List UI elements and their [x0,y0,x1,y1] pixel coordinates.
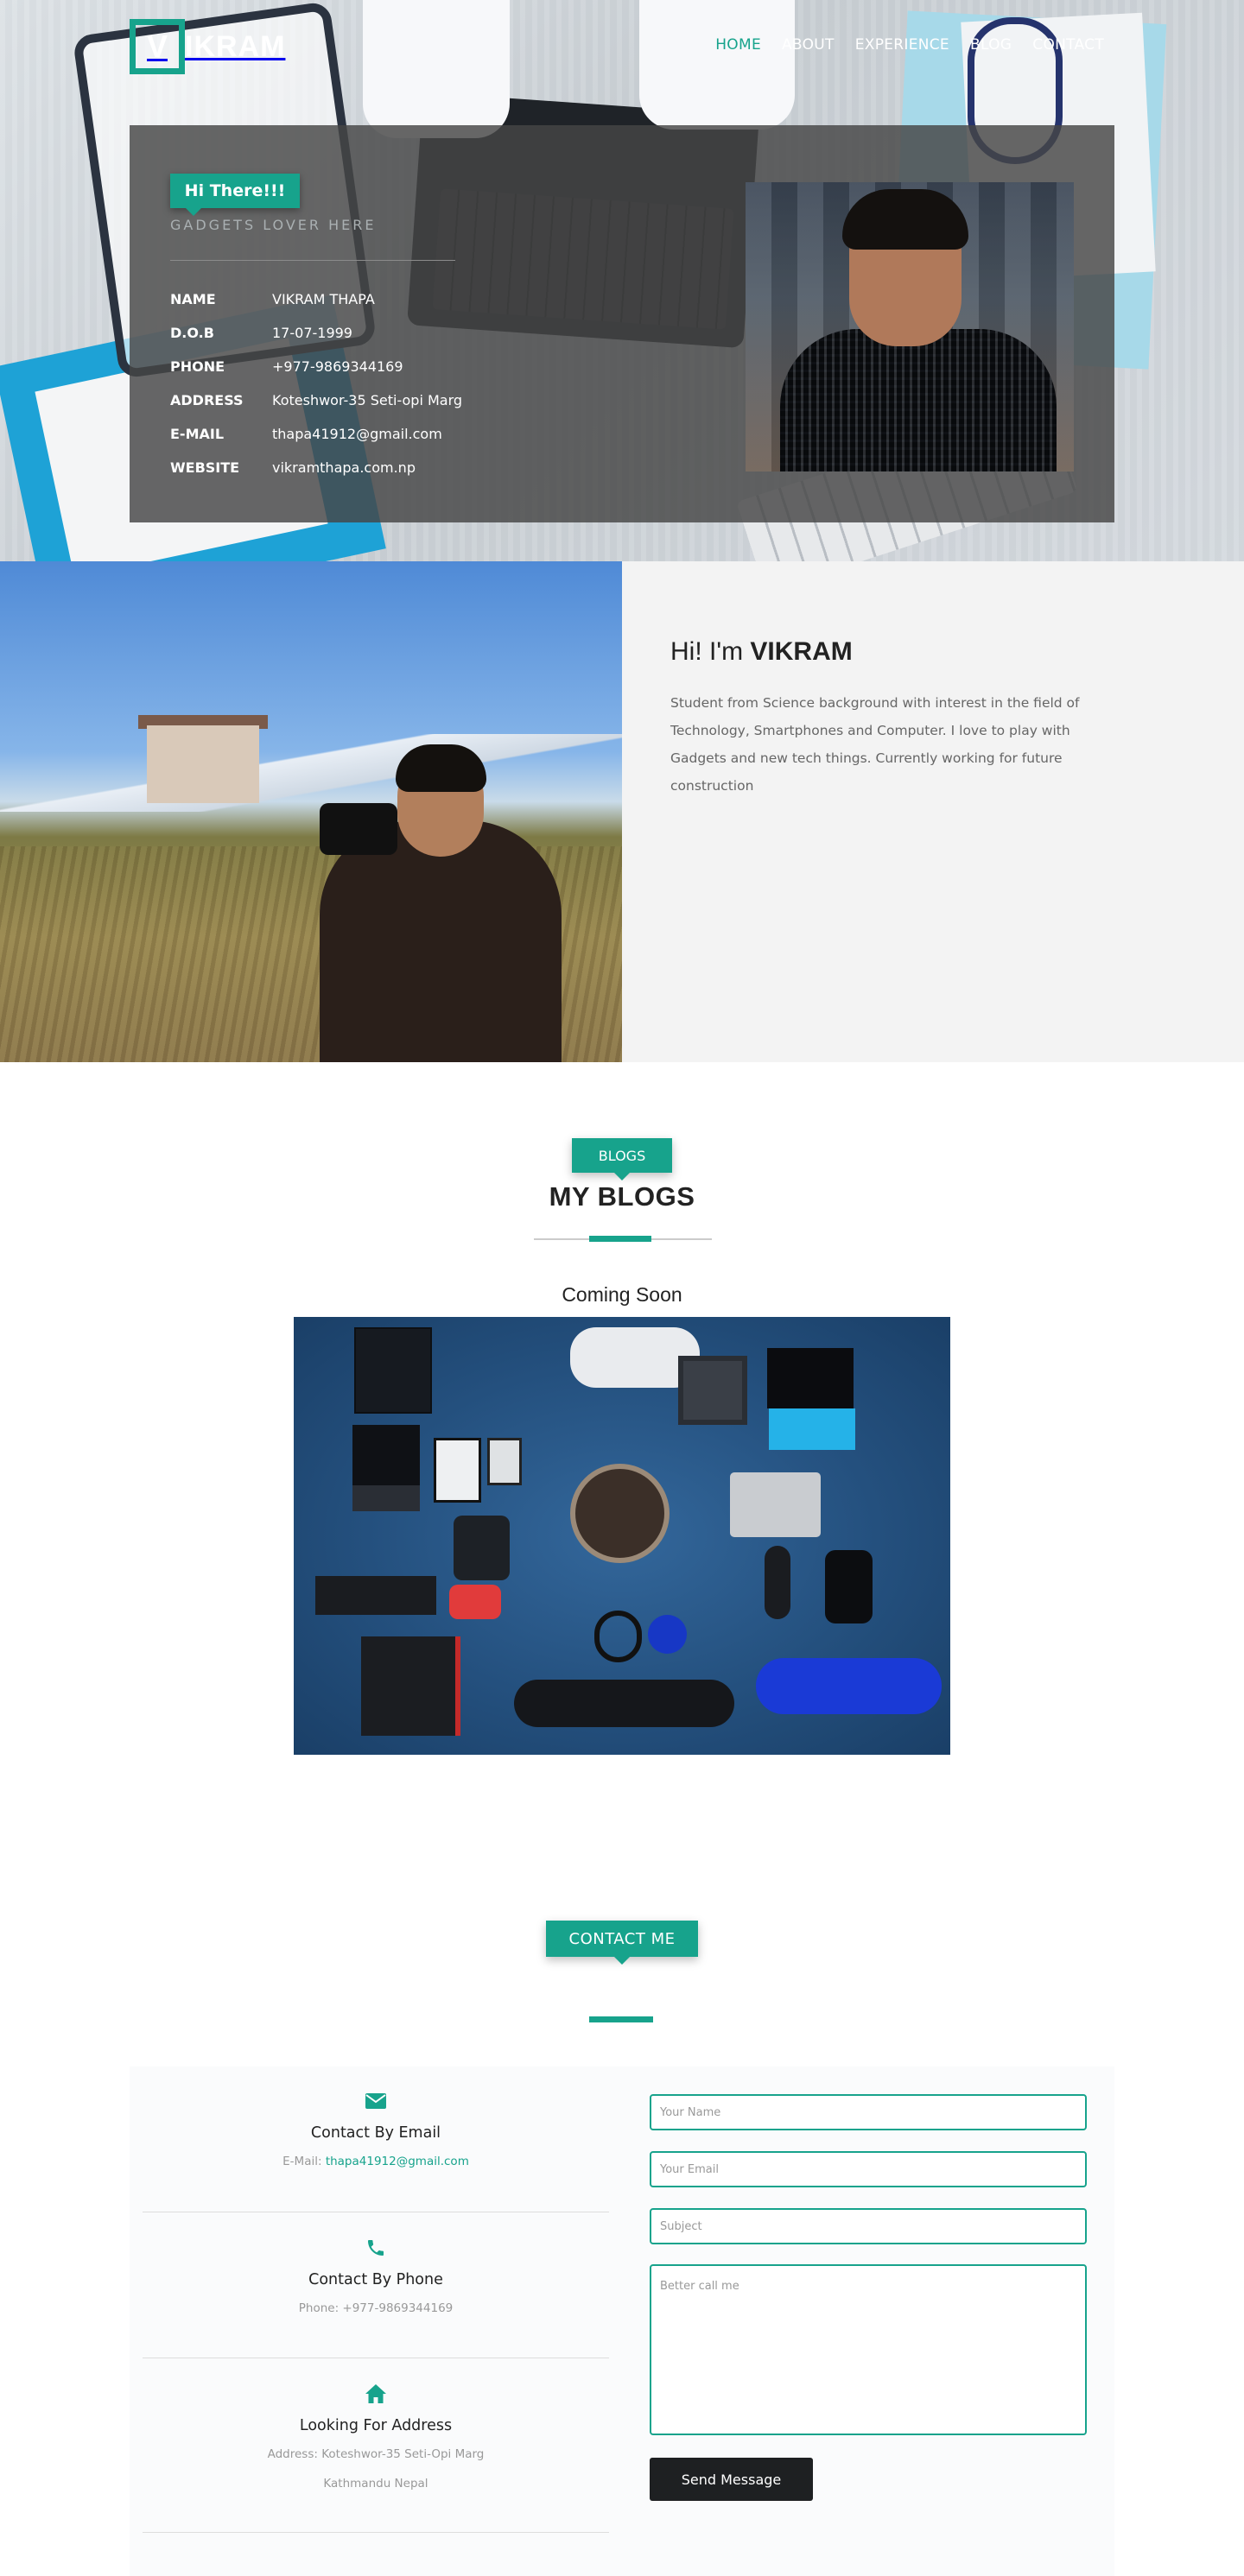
macbook-gadget [730,1472,821,1537]
email-prefix: E-Mail: [282,2155,322,2168]
about-name: VIKRAM [750,637,853,666]
tablet-white-gadget [434,1438,481,1503]
info-key: PHONE [170,358,225,375]
info-value: vikramthapa.com.np [272,459,416,476]
contact-badge: CONTACT ME [546,1921,698,1965]
info-value: +977-9869344169 [272,358,403,375]
contact-email-title: Contact By Email [310,2124,441,2142]
info-key: D.O.B [170,325,214,341]
portrait-hair [842,189,968,250]
coming-soon-text: Coming Soon [562,1283,682,1306]
info-value: thapa41912@gmail.com [272,426,442,442]
black-tablet-gadget [352,1425,420,1485]
info-row-dob: D.O.B 17-07-1999 [170,316,462,350]
email-input[interactable] [650,2151,1087,2187]
hi-there-badge: Hi There!!! [170,174,300,216]
pc-case-gadget [361,1636,460,1736]
info-row-phone: PHONE +977-9869344169 [170,350,462,383]
contact-address-line2: Kathmandu Nepal [323,2477,428,2491]
info-row-address: ADDRESS Koteshwor-35 Seti-opi Marg [170,383,462,417]
nav-experience[interactable]: EXPERIENCE [855,36,949,54]
logo-mark: V [130,19,185,74]
skateboard-gadget [514,1680,734,1727]
about-title: Hi! I'm VIKRAM [670,637,1085,667]
card-divider [170,260,455,261]
info-row-name: NAME VIKRAM THAPA [170,282,462,316]
send-message-button[interactable]: Send Message [650,2458,813,2501]
gadgets-flatlay-image [294,1317,950,1755]
vr-headset-gadget [454,1516,510,1580]
blogs-heading-bold: BLOGS [597,1181,695,1212]
message-textarea[interactable] [650,2264,1087,2435]
joycon-gadget [449,1585,501,1619]
nav-contact[interactable]: CONTACT [1032,36,1104,54]
profile-portrait-photo [746,182,1074,472]
laptop-gadget [767,1348,854,1408]
blogs-divider-accent [589,1236,651,1242]
headphones-gadget [594,1611,642,1662]
top-navigation: V IKRAM HOME ABOUT EXPERIENCE BLOG CONTA… [0,0,1244,95]
profile-info-list: NAME VIKRAM THAPA D.O.B 17-07-1999 PHONE… [170,282,462,484]
info-row-email: E-MAIL thapa41912@gmail.com [170,417,462,451]
main-menu: HOME ABOUT EXPERIENCE BLOG CONTACT [695,36,1104,54]
envelope-icon [363,2088,389,2114]
info-key: ADDRESS [170,392,244,408]
pixel-frame-gadget [678,1356,747,1425]
contact-email-block: Contact By Email E-Mail: thapa41912@gmai… [143,2088,609,2171]
info-key: E-MAIL [170,426,225,442]
contact-email-line: E-Mail: thapa41912@gmail.com [143,2152,609,2171]
contact-phone-block: Contact By Phone Phone: +977-9869344169 [143,2235,609,2318]
nav-blog[interactable]: BLOG [970,36,1012,54]
name-input[interactable] [650,2094,1087,2130]
contact-address-block: Looking For Address Address: Koteshwor-3… [143,2381,609,2493]
blue-keyboard-gadget [769,1408,855,1450]
hoverboard-gadget [756,1658,942,1714]
speaker-ball-gadget [648,1615,687,1654]
robot-vacuum-gadget [570,1464,670,1563]
blogs-heading: MY BLOGS [0,1181,1244,1212]
info-value: Koteshwor-35 Seti-opi Marg [272,392,463,408]
about-description: Student from Science background with int… [670,695,1080,794]
mac-pro-gadget [825,1550,873,1623]
about-text-block: Hi! I'm VIKRAM Student from Science back… [670,637,1085,800]
blogs-badge: BLOGS [572,1138,672,1180]
keyboard-gadget [315,1576,436,1615]
email-link[interactable]: thapa41912@gmail.com [326,2155,469,2168]
shirt-pattern [780,329,1057,472]
leather-jacket [320,820,562,1062]
snowy-mountains [0,734,622,812]
contact-phone-title: Contact By Phone [308,2271,443,2288]
profile-card: Hi There!!! GADGETS LOVER HERE NAME VIKR… [130,125,1114,522]
nav-about[interactable]: ABOUT [782,36,835,54]
contact-address-title: Looking For Address [299,2417,453,2434]
blogs-heading-light: MY [549,1181,590,1212]
speaker-gadget [765,1546,790,1619]
info-value: VIKRAM THAPA [272,291,375,307]
contact-divider-accent [589,2016,653,2022]
phone-icon [363,2235,389,2261]
site-logo[interactable]: V IKRAM [130,19,285,74]
house [147,725,259,803]
logo-text: IKRAM [185,29,286,63]
contact-phone-line: Phone: +977-9869344169 [298,2301,454,2315]
camera [320,803,397,855]
info-value: 17-07-1999 [272,325,352,341]
kindle-gadget [487,1438,522,1485]
contact-address-line1: Address: Koteshwor-35 Seti-Opi Marg [267,2447,485,2461]
info-row-website: WEBSITE vikramthapa.com.np [170,451,462,484]
hero-section: V IKRAM HOME ABOUT EXPERIENCE BLOG CONTA… [0,0,1244,561]
about-greeting: Hi! I'm [670,637,744,666]
subject-input[interactable] [650,2208,1087,2244]
profile-tagline: GADGETS LOVER HERE [170,217,377,233]
photographer-hair [396,744,486,792]
mini-keyboard-gadget [352,1485,420,1511]
home-icon [363,2381,389,2407]
about-photo [0,561,622,1062]
about-section: Hi! I'm VIKRAM Student from Science back… [0,561,1244,1062]
contact-separator [143,2532,609,2533]
tablet-gadget [354,1327,432,1414]
info-key: NAME [170,291,216,307]
info-key: WEBSITE [170,459,240,476]
nav-home[interactable]: HOME [715,36,761,54]
